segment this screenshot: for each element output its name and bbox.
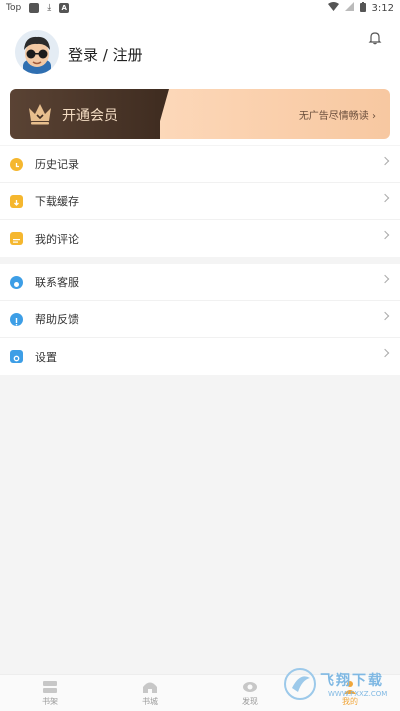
bell-icon[interactable]	[368, 30, 382, 45]
comment-icon	[10, 232, 23, 245]
watermark-url: WWW.FXXZ.COM	[328, 690, 388, 698]
nav-tab-label: 书城	[142, 696, 158, 706]
service-icon	[10, 275, 23, 289]
vip-banner[interactable]: 开通会员 无广告尽情畅读 ›	[10, 89, 390, 139]
menu-group-primary: 历史记录 下载缓存 我的评论	[0, 146, 400, 257]
signal-icon	[344, 2, 354, 14]
vip-title: 开通会员	[62, 108, 118, 124]
nav-tab-label: 发现	[242, 696, 258, 706]
app-notification-icon	[29, 3, 40, 13]
download-status-icon: ⤓	[47, 3, 52, 13]
profile-header: 登录 / 注册	[0, 16, 400, 83]
status-bar: Top ⤓ A 3:12	[0, 0, 400, 16]
menu-item-download-cache[interactable]: 下载缓存	[0, 183, 400, 220]
menu-item-label: 帮助反馈	[35, 313, 79, 326]
vip-diagonal	[155, 89, 169, 139]
menu-item-help-feedback[interactable]: 帮助反馈	[0, 301, 400, 338]
chevron-right-icon	[380, 156, 390, 166]
chevron-right-icon	[380, 311, 390, 321]
menu-item-label: 我的评论	[35, 232, 79, 246]
bookstore-icon	[143, 682, 157, 693]
watermark-logo-icon	[284, 668, 316, 700]
status-label: Top	[6, 3, 22, 13]
avatar-icon	[15, 30, 59, 74]
discover-icon	[243, 681, 257, 692]
menu-item-customer-service[interactable]: 联系客服	[0, 264, 400, 301]
chevron-right-icon	[380, 274, 390, 284]
menu-item-settings[interactable]: 设置	[0, 338, 400, 375]
watermark-title: 飞翔下载	[320, 673, 384, 689]
chevron-right-icon	[380, 348, 390, 358]
vip-section: 开通会员 无广告尽情畅读 ›	[0, 83, 400, 145]
chevron-right-icon: ›	[368, 111, 376, 122]
login-register-link[interactable]: 登录 / 注册	[68, 44, 143, 65]
settings-icon	[10, 350, 23, 363]
menu-item-my-comments[interactable]: 我的评论	[0, 220, 400, 257]
app-a-icon: A	[59, 3, 70, 13]
nav-tab-label: 书架	[42, 696, 58, 706]
crown-icon	[26, 99, 54, 127]
vip-subtitle-text: 无广告尽情畅读	[298, 111, 369, 122]
nav-tab-bookshelf[interactable]: 书架	[0, 675, 100, 711]
chevron-right-icon	[380, 230, 390, 240]
nav-tab-bookstore[interactable]: 书城	[100, 675, 200, 711]
menu-group-secondary: 联系客服 帮助反馈 设置	[0, 264, 400, 375]
watermark: 飞翔下载 WWW.FXXZ.COM	[284, 664, 394, 702]
clock-time: 3:12	[371, 2, 394, 14]
vip-subtitle: 无广告尽情畅读 ›	[299, 107, 376, 122]
bookshelf-icon	[43, 680, 57, 693]
battery-icon	[359, 1, 366, 15]
avatar[interactable]	[15, 30, 59, 74]
menu-item-label: 联系客服	[35, 276, 79, 289]
download-icon	[10, 194, 23, 208]
help-icon	[10, 312, 23, 326]
menu-item-label: 历史记录	[35, 158, 79, 171]
clock-icon	[10, 157, 23, 171]
wifi-icon	[327, 2, 339, 14]
chevron-right-icon	[380, 193, 390, 203]
menu-item-label: 设置	[35, 350, 57, 364]
menu-item-label: 下载缓存	[35, 195, 79, 208]
menu-item-history[interactable]: 历史记录	[0, 146, 400, 183]
